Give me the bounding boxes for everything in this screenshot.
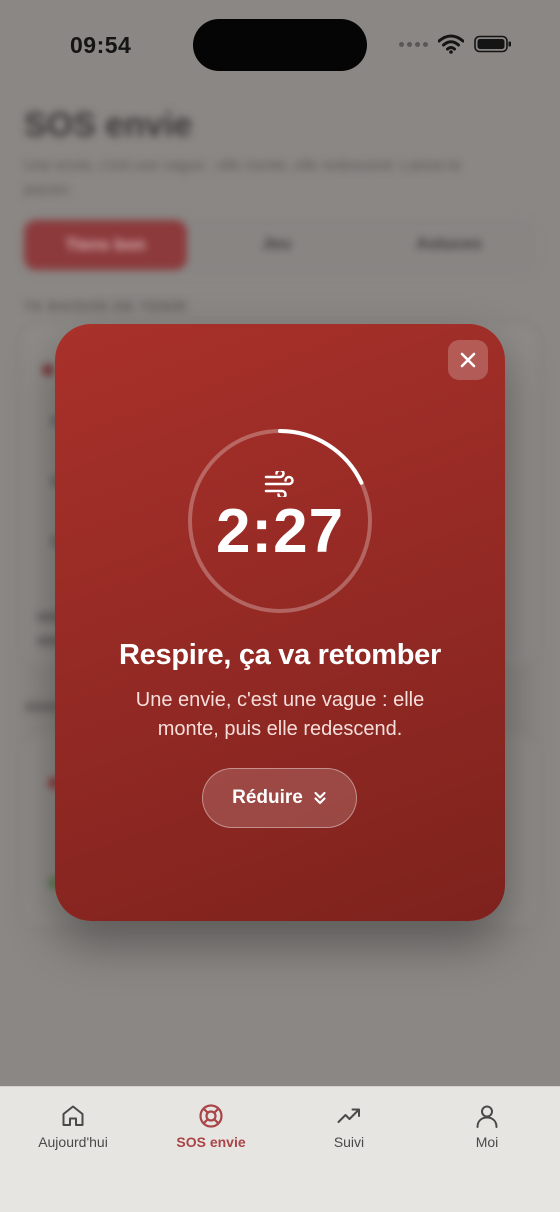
tab-bar: Aujourd'hui SOS envie Suivi Moi xyxy=(0,1086,560,1212)
trend-up-icon xyxy=(337,1108,360,1123)
background-segment: Astuces xyxy=(416,234,483,253)
cellular-signal-icon xyxy=(399,41,428,47)
dynamic-island xyxy=(193,19,367,71)
background-section-label: TA RAISON DE TENIR xyxy=(24,298,187,314)
close-icon xyxy=(460,352,476,368)
background-segmented-control: Tiens bon Jeu Astuces xyxy=(24,218,536,274)
reduce-button-label: Réduire xyxy=(232,787,303,808)
breathing-timer: 2:27 xyxy=(186,427,374,615)
background-segment-active: Tiens bon xyxy=(24,220,187,270)
battery-icon xyxy=(474,35,511,53)
background-segment: Jeu xyxy=(262,234,292,253)
status-time: 09:54 xyxy=(70,32,132,58)
background-title: SOS envie xyxy=(24,106,193,144)
craving-modal: 2:27 Respire, ça va retomber Une envie, … xyxy=(55,324,505,921)
tab-label: SOS envie xyxy=(176,1134,246,1150)
lifebuoy-icon xyxy=(199,1104,223,1128)
tab-today[interactable]: Aujourd'hui xyxy=(3,1103,143,1150)
person-icon xyxy=(476,1105,498,1128)
tab-sos-craving[interactable]: SOS envie xyxy=(141,1103,281,1150)
background-subtitle: Une envie, c'est une vague : elle monte,… xyxy=(24,157,461,198)
tab-tracking[interactable]: Suivi xyxy=(279,1103,419,1150)
close-button[interactable] xyxy=(448,340,488,380)
modal-title: Respire, ça va retomber xyxy=(119,639,441,671)
chevrons-down-icon xyxy=(314,791,326,805)
tab-label: Suivi xyxy=(333,1134,365,1150)
status-bar: 09:54 xyxy=(0,0,560,90)
tab-label: Moi xyxy=(475,1134,499,1150)
wind-icon xyxy=(264,471,294,497)
timer-countdown: 2:27 xyxy=(215,497,345,566)
status-icons xyxy=(399,34,512,54)
tab-label: Aujourd'hui xyxy=(38,1134,108,1150)
reduce-button[interactable]: Réduire xyxy=(202,768,357,828)
background-dot xyxy=(42,364,54,376)
wifi-icon xyxy=(438,34,464,54)
tab-profile[interactable]: Moi xyxy=(417,1103,557,1150)
home-icon xyxy=(62,1105,84,1126)
modal-message: Une envie, c'est une vague : elle monte,… xyxy=(135,689,425,740)
